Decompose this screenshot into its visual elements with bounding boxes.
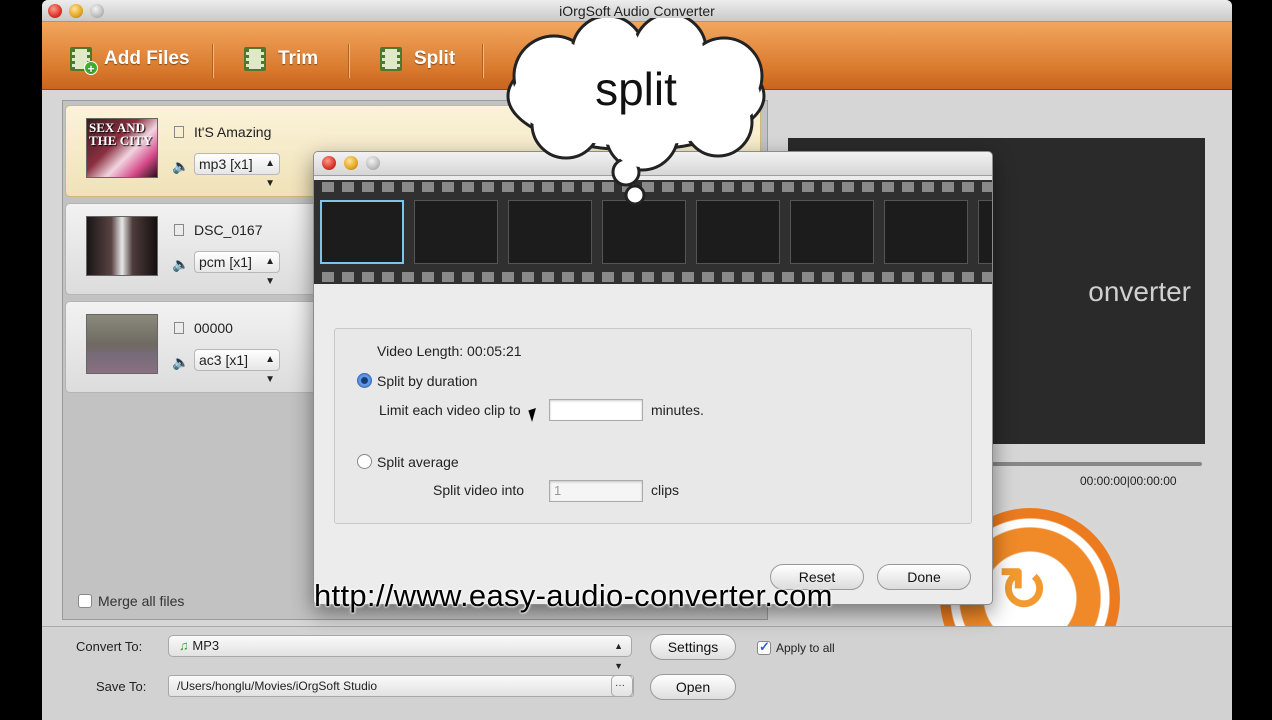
split-options: Video Length: 00:05:21 Split by duration… [334, 328, 972, 524]
clip-frame[interactable] [320, 200, 404, 264]
limit-label: Limit each video clip to [379, 402, 521, 418]
clip-frame [696, 200, 780, 264]
timecode: 00:00:00|00:00:00 [1080, 474, 1177, 488]
clip-frame [978, 200, 992, 264]
speaker-icon: 🔈 [172, 256, 190, 272]
minimize-window-icon[interactable] [69, 4, 83, 18]
format-select[interactable]: pcm [x1] ▲ ▼ [194, 251, 280, 287]
settings-button[interactable]: Settings [650, 634, 736, 660]
file-name: DSC_0167 [194, 222, 263, 238]
format-select[interactable]: ac3 [x1] ▲ ▼ [194, 349, 280, 385]
clip-frame [602, 200, 686, 264]
refresh-icon: ↻ [998, 556, 1049, 623]
minimize-dialog-icon[interactable] [344, 156, 358, 170]
split-button[interactable]: Split [378, 44, 455, 74]
split-label: Split [414, 48, 456, 69]
trim-button[interactable]: Trim [242, 44, 318, 74]
apply-label: Apply to all [776, 641, 835, 655]
file-thumbnail [86, 216, 158, 276]
chevron-down-icon: ▲ ▼ [614, 641, 623, 671]
zoom-window-icon[interactable] [90, 4, 104, 18]
split-average-radio[interactable] [357, 454, 372, 469]
done-button[interactable]: Done [877, 564, 971, 590]
open-button[interactable]: Open [650, 674, 736, 700]
speaker-icon: 🔈 [172, 354, 190, 370]
merge-label: Merge all files [98, 593, 185, 609]
preview-text: onverter [1088, 276, 1191, 307]
split-dialog: Video Length: 00:05:21 Split by duration… [313, 151, 993, 605]
window-title: iOrgSoft Audio Converter [559, 3, 715, 19]
convert-to-value: MP3 [192, 638, 220, 653]
split-icon [378, 45, 406, 73]
stepper-arrows-icon: ▲ ▼ [265, 158, 275, 189]
split-into-label: Split video into [433, 482, 525, 498]
zoom-dialog-icon[interactable] [366, 156, 380, 170]
save-to-path-field[interactable]: /Users/honglu/Movies/iOrgSoft Studio [168, 675, 634, 697]
music-note-icon: ♫ [179, 638, 193, 653]
speaker-icon: 🔈 [172, 158, 190, 174]
clips-label: clips [651, 482, 680, 498]
merge-checkbox[interactable] [78, 594, 92, 608]
minutes-label: minutes. [651, 402, 704, 418]
limit-minutes-input[interactable] [549, 399, 643, 421]
bottom-panel: Convert To: ♫ MP3 ▲▼ Settings Apply to al… [42, 626, 1232, 720]
film-icon [174, 126, 184, 138]
file-thumbnail [86, 314, 158, 374]
sprocket-holes [314, 272, 992, 282]
close-dialog-icon[interactable] [322, 156, 336, 170]
toolbar-divider [482, 44, 483, 78]
clip-frame[interactable] [414, 200, 498, 264]
add-files-icon: + [68, 45, 98, 76]
format-value: ac3 [x1] [199, 352, 249, 368]
toolbar-divider [348, 44, 349, 78]
toolbar-divider [212, 44, 213, 78]
split-into-input[interactable]: 1 [549, 480, 643, 502]
save-to-value: /Users/honglu/Movies/iOrgSoft Studio [177, 679, 378, 693]
browse-button[interactable]: ··· [611, 675, 633, 697]
add-files-label: Add Files [104, 48, 190, 69]
convert-to-select[interactable]: ♫ MP3 ▲ ▼ [168, 635, 632, 671]
video-length: Video Length: 00:05:21 [377, 343, 522, 359]
file-name: 00000 [194, 320, 233, 336]
format-value: mp3 [x1] [199, 156, 253, 172]
cloud-text: split [595, 63, 677, 115]
apply-checkbox[interactable] [757, 639, 771, 655]
save-to-label: Save To: [96, 679, 147, 694]
trim-icon [242, 45, 270, 73]
clip-frame[interactable] [508, 200, 592, 264]
film-icon [174, 322, 184, 334]
split-average-label: Split average [377, 454, 459, 470]
split-duration-label: Split by duration [377, 373, 478, 389]
film-icon [174, 224, 184, 236]
clip-frame [884, 200, 968, 264]
stepper-arrows-icon: ▲ ▼ [265, 256, 275, 287]
watermark-url: http://www.easy-audio-converter.com [314, 578, 833, 613]
split-duration-radio[interactable] [357, 373, 372, 388]
clip-frame [790, 200, 874, 264]
split-callout-cloud: split [492, 12, 780, 206]
file-thumbnail: SEX AND THE CITY [86, 118, 158, 178]
format-select[interactable]: mp3 [x1] ▲ ▼ [194, 153, 280, 189]
file-name: It'S Amazing [194, 124, 272, 140]
convert-to-label: Convert To: [76, 639, 143, 654]
apply-to-all[interactable]: Apply to all [757, 639, 835, 655]
merge-all-files[interactable]: Merge all files [78, 593, 184, 609]
add-files-button[interactable]: + Add Files [68, 44, 190, 76]
stepper-arrows-icon: ▲ ▼ [265, 354, 275, 385]
thumbnail-text: SEX AND THE CITY [89, 120, 153, 148]
format-value: pcm [x1] [199, 254, 252, 270]
trim-label: Trim [278, 48, 319, 69]
close-window-icon[interactable] [48, 4, 62, 18]
